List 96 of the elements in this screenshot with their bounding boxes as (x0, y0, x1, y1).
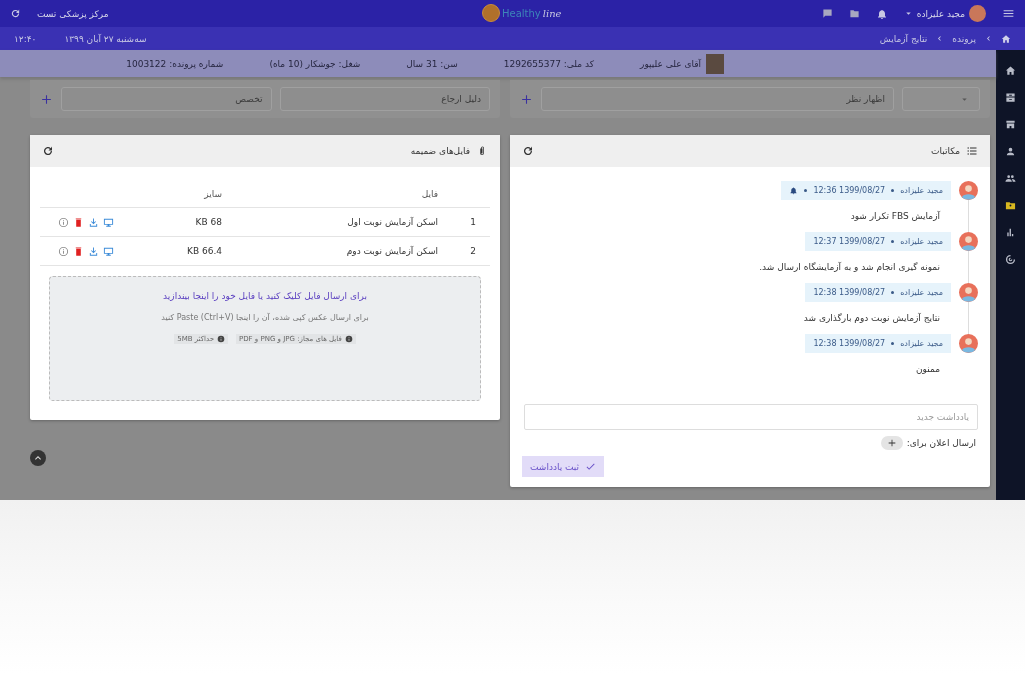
scroll-top-button[interactable] (30, 450, 46, 466)
submit-note-button[interactable]: ثبت یادداشت (522, 456, 605, 477)
chevron-icon (984, 34, 993, 43)
list-icon (966, 145, 978, 157)
monitor-icon[interactable] (103, 245, 114, 257)
logo-script-text: line (542, 7, 562, 19)
photo-placeholder (706, 53, 724, 74)
user-avatar (959, 232, 978, 251)
bullet-icon (891, 342, 895, 345)
bullet-icon (891, 189, 895, 192)
trash-icon[interactable] (73, 245, 84, 257)
column-header: فایل (226, 181, 442, 208)
sidebar-item[interactable] (1003, 63, 1018, 78)
folder-icon[interactable] (848, 8, 860, 19)
add-button[interactable] (40, 92, 53, 106)
bell-icon[interactable] (875, 7, 888, 20)
message-time: 1399/08/27 12:37 (813, 237, 886, 246)
check-icon (585, 461, 597, 472)
refresh-icon[interactable] (10, 8, 21, 19)
person-icon (1005, 146, 1016, 157)
specialty-field[interactable]: تخصص (61, 87, 272, 111)
notify-label: ارسال اعلان برای: (906, 438, 976, 448)
referral-field[interactable]: دلیل ارجاع (279, 87, 490, 111)
bullet-icon (804, 189, 808, 192)
bullet-icon (891, 240, 895, 243)
author-name: مجید علیزاده (900, 288, 943, 297)
store-icon (1005, 119, 1016, 130)
message-text: ممنون (916, 364, 940, 374)
home-icon[interactable] (1001, 33, 1011, 44)
author-name: مجید علیزاده (900, 339, 943, 348)
plus-icon (40, 92, 53, 106)
table-cell: اسکن آزمایش نوبت اول (226, 207, 442, 237)
add-recipient-button[interactable] (880, 436, 903, 450)
panel-title: مکاتبات (931, 146, 960, 156)
refresh-icon (42, 145, 54, 157)
patient-info: شماره پرونده: 1003122 (126, 58, 224, 69)
date-text: سه‌شنبه ۲۷ آبان ۱۳۹۹ (64, 33, 147, 44)
bell-icon (789, 186, 799, 195)
download-icon[interactable] (88, 245, 99, 257)
message-time: 1399/08/27 12:38 (813, 288, 886, 297)
user-avatar (959, 334, 978, 353)
breadcrumb-link[interactable]: پرونده (952, 33, 976, 44)
note-field[interactable]: یادداشت جدید (524, 404, 978, 430)
table-cell: 1 (442, 207, 490, 237)
plus-icon (520, 92, 533, 106)
patient-info: شغل: جوشکار (10 ماه) (269, 58, 361, 69)
message-text: نمونه گیری انجام شد و به آزمایشگاه ارسال شد. (759, 262, 940, 272)
info-icon[interactable] (58, 216, 69, 228)
sidebar-item[interactable] (1003, 252, 1018, 267)
info-icon (217, 335, 225, 343)
table-cell: 66.4 KB (118, 236, 226, 266)
table-cell: 68 KB (118, 207, 226, 237)
bullet-icon (891, 291, 895, 294)
logo-text: Healthy (502, 7, 541, 19)
folder-icon (1005, 200, 1016, 211)
message-text: آزمایش FBS تکرار شود (850, 211, 940, 221)
user-name[interactable]: مجید علیزاده (916, 8, 965, 19)
dropzone-title: برای ارسال فایل کلیک کنید یا فایل خود را اینجا بیندازید (163, 291, 367, 301)
table-cell: 2 (442, 236, 490, 266)
patient-info: سن: 31 سال (406, 58, 458, 69)
menu-icon[interactable] (1002, 7, 1015, 20)
info-icon (344, 335, 353, 343)
column-header: سایز (118, 181, 226, 208)
archive-icon (1005, 92, 1016, 103)
time-text: ۱۲:۴۰ (14, 33, 37, 44)
dropzone-hint: برای ارسال عکس کپی شده، آن را اینجا (Ctrl+V) Paste کنید (161, 313, 369, 322)
info-icon[interactable] (58, 245, 69, 257)
refresh-button[interactable] (522, 145, 534, 157)
message-time: 1399/08/27 12:38 (813, 339, 886, 348)
opinion-field[interactable]: اظهار نظر (541, 87, 894, 111)
breadcrumb-link[interactable]: نتایج آزمایش (879, 33, 928, 44)
user-avatar (959, 283, 978, 302)
monitor-icon[interactable] (103, 216, 114, 228)
patient-info: کد ملی: 1292655377 (503, 58, 595, 69)
author-name: مجید علیزاده (900, 237, 943, 246)
refresh-icon (522, 145, 534, 157)
user-avatar[interactable] (969, 5, 986, 22)
clinic-name: مرکز پزشکی تست (37, 8, 109, 19)
home-icon (1005, 65, 1016, 76)
bar-chart-icon (1005, 227, 1016, 238)
message-time: 1399/08/27 12:36 (813, 186, 886, 195)
sidebar-item[interactable] (1003, 90, 1018, 105)
table-cell: اسکن آزمایش نوبت دوم (226, 236, 442, 266)
trash-icon[interactable] (73, 216, 84, 228)
patient-name: آقای علی علیپور (640, 58, 701, 69)
people-icon (1005, 173, 1016, 184)
caret-icon[interactable] (903, 9, 913, 18)
author-name: مجید علیزاده (900, 186, 943, 195)
message-icon[interactable] (821, 8, 833, 19)
panel-title: فایل‌های ضمیمه (410, 146, 470, 156)
user-avatar (959, 181, 978, 200)
refresh-button[interactable] (42, 145, 54, 157)
download-icon[interactable] (88, 216, 99, 228)
add-button[interactable] (520, 92, 533, 106)
radar-icon (1005, 254, 1016, 265)
message-text: نتایج آزمایش نوبت دوم بارگذاری شد (803, 313, 940, 323)
